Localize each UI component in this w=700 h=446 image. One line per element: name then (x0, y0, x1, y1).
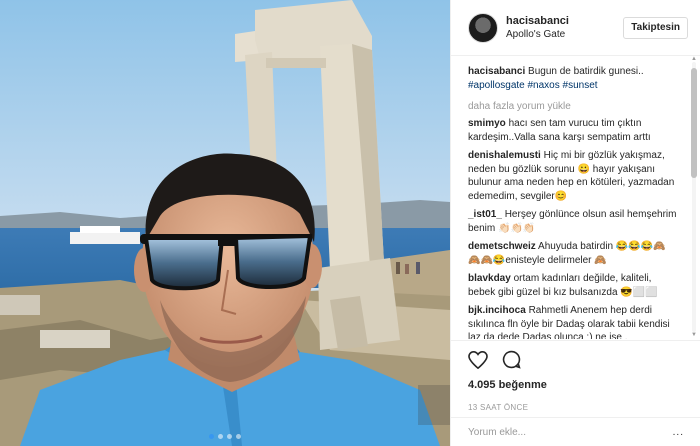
scroll-up-arrow-icon[interactable]: ▲ (691, 56, 697, 62)
comment-item: demetschweiz Ahuyuda batirdin 😂😂😂🙈🙈🙈😂eni… (468, 240, 677, 267)
comment-username[interactable]: blavkday (468, 273, 511, 284)
carousel-indicator (0, 434, 450, 439)
comments-list[interactable]: hacisabanci Bugun de batirdik gunesi.. #… (451, 57, 687, 339)
scrollbar-thumb[interactable] (691, 68, 697, 178)
carousel-dot[interactable] (218, 434, 223, 439)
carousel-dot[interactable] (209, 434, 214, 439)
post-location[interactable]: Apollo's Gate (506, 28, 623, 42)
profile-avatar[interactable] (468, 12, 498, 43)
caption-username[interactable]: hacisabanci (468, 66, 525, 77)
comment-username[interactable]: smimyo (468, 118, 506, 129)
selfie-at-apollo-gate-image (0, 0, 450, 446)
comment-username[interactable]: demetschweiz (468, 241, 536, 252)
post-actions: 4.095 beğenme 13 SAAT ÖNCE (451, 340, 700, 412)
heart-icon[interactable] (468, 350, 488, 372)
caption-text: Bugun de batirdik gunesi.. (528, 66, 644, 77)
comment-item: blavkday ortam kadınları değilde, kalite… (468, 272, 677, 299)
likes-count[interactable]: 4.095 beğenme (468, 379, 684, 391)
post-author-info: hacisabanci Apollo's Gate (506, 14, 623, 42)
add-comment-input[interactable]: Yorum ekle... (468, 427, 526, 438)
more-options-icon[interactable]: ... (673, 427, 684, 438)
comment-username[interactable]: bjk.incihoca (468, 305, 526, 316)
comment-item: smimyo hacı sen tam vurucu tim çıktın ka… (468, 117, 677, 144)
carousel-dot[interactable] (227, 434, 232, 439)
comments-scrollbar[interactable]: ▲ ▼ (691, 56, 697, 338)
comment-item: denishalemusti Hiç mi bir gözlük yakışma… (468, 149, 677, 203)
add-comment-bar: Yorum ekle... ... (451, 417, 700, 446)
comment-username[interactable]: _ist01_ (468, 209, 502, 220)
action-icons (468, 349, 684, 373)
scroll-down-arrow-icon[interactable]: ▼ (691, 332, 697, 338)
watermark-tab (418, 385, 450, 425)
caption: hacisabanci Bugun de batirdik gunesi.. #… (468, 65, 677, 92)
carousel-dot[interactable] (236, 434, 241, 439)
author-username[interactable]: hacisabanci (506, 14, 623, 28)
post-header: hacisabanci Apollo's Gate Takiptesin (451, 0, 700, 56)
post-timestamp: 13 SAAT ÖNCE (468, 403, 529, 412)
post-photo[interactable] (0, 0, 450, 446)
comment-username[interactable]: denishalemusti (468, 150, 541, 161)
comment-item: bjk.incihoca Rahmetli Anenem hep derdi s… (468, 304, 677, 339)
load-more-comments-link[interactable]: daha fazla yorum yükle (468, 101, 677, 112)
post-side-panel: hacisabanci Apollo's Gate Takiptesin hac… (450, 0, 700, 446)
comment-item: _ist01_ Herşey gönlünce olsun asil hemşe… (468, 208, 677, 235)
following-button[interactable]: Takiptesin (623, 16, 688, 39)
caption-hashtags[interactable]: #apollosgate #naxos #sunset (468, 80, 598, 91)
comment-bubble-icon[interactable] (502, 350, 521, 372)
instagram-post-modal: hacisabanci Apollo's Gate Takiptesin hac… (0, 0, 700, 446)
